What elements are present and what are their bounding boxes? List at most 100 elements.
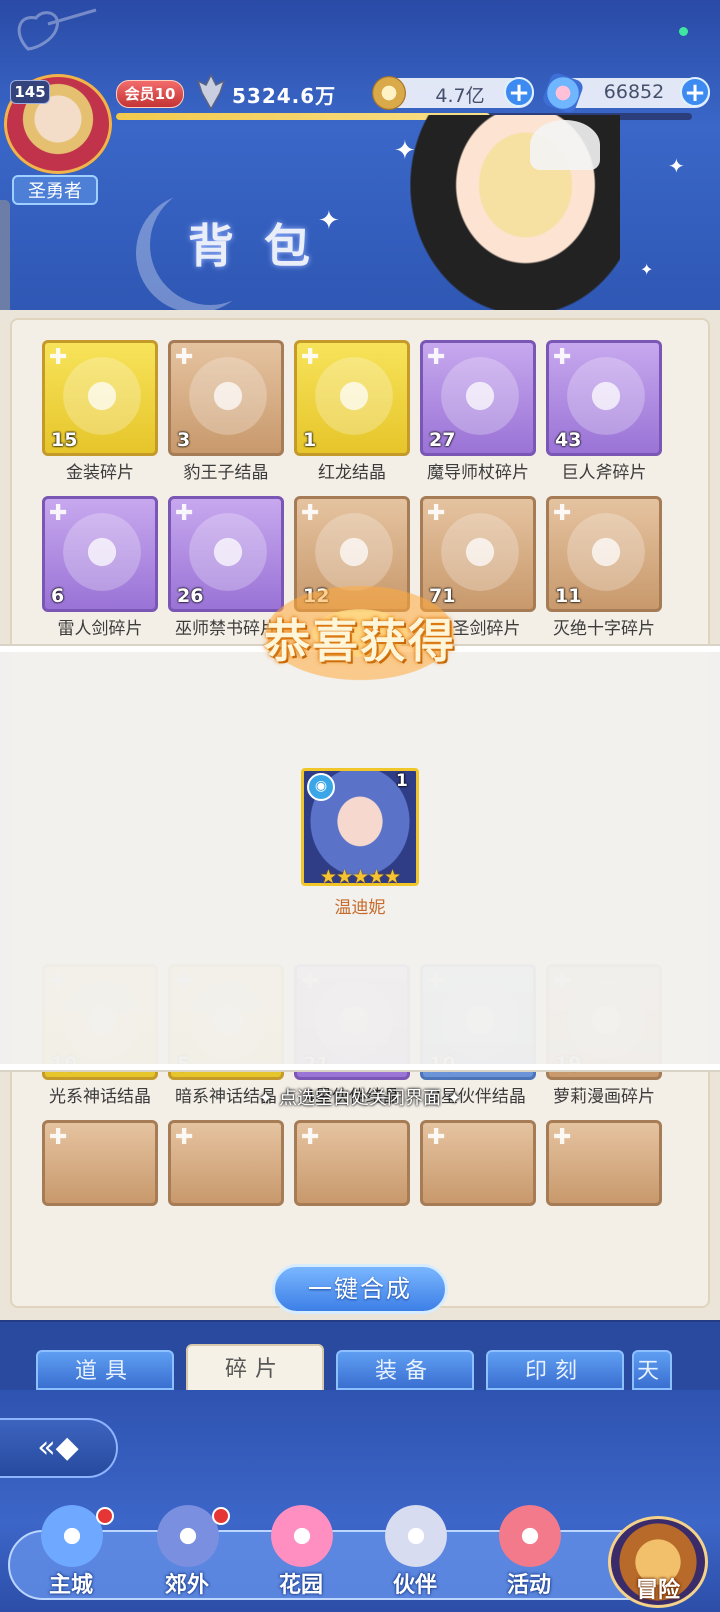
puzzle-piece-icon: ✚ [553, 345, 572, 370]
tab-2[interactable]: 装备 [336, 1350, 474, 1390]
item-art [63, 357, 141, 435]
inventory-slot[interactable]: ✚ 1 [294, 340, 410, 456]
item-art [189, 357, 267, 435]
nav-label: 主城 [48, 1573, 93, 1598]
inventory-slot[interactable]: ✚ [42, 1120, 158, 1206]
combat-power-icon [196, 73, 226, 111]
nav-button-3[interactable]: 伙伴 [370, 1505, 460, 1605]
gift-icon [499, 1505, 561, 1567]
item-label: 萝莉漫画碎片 [553, 1087, 655, 1107]
puzzle-piece-icon: ✚ [175, 501, 194, 526]
item-art [567, 357, 645, 435]
item-count: 1 [303, 429, 317, 451]
sparkle-icon: ✦ [668, 154, 685, 178]
castle-icon [41, 1505, 103, 1567]
combat-power-value: 5324.6万 [232, 84, 337, 108]
sparkle-icon: ✦ [318, 206, 340, 236]
puzzle-piece-icon: ✚ [175, 1125, 194, 1150]
close-hint-text: 点选空白处关闭界面 [279, 1088, 441, 1109]
inventory-slot[interactable]: ✚ [420, 1120, 536, 1206]
item-label: 金装碎片 [66, 463, 134, 483]
puzzle-piece-icon: ✚ [49, 1125, 68, 1150]
item-art [315, 357, 393, 435]
status-dot [679, 27, 688, 36]
heart-decoration-icon [17, 8, 97, 51]
reward-star-rating: ★★★★★ [319, 866, 401, 888]
puzzle-piece-icon: ✚ [175, 345, 194, 370]
item-label: 光系神话结晶 [49, 1087, 151, 1107]
item-label: 豹王子结晶 [183, 463, 269, 483]
notification-dot [96, 1507, 114, 1525]
item-art [441, 513, 519, 591]
item-label: 巨人斧碎片 [561, 463, 647, 483]
back-button[interactable]: «◆ [0, 1418, 118, 1478]
puzzle-piece-icon: ✚ [49, 501, 68, 526]
inventory-slot[interactable]: ✚ 26 [168, 496, 284, 612]
item-count: 11 [555, 585, 582, 607]
player-level: 145 [10, 80, 50, 104]
puzzle-piece-icon: ✚ [427, 1125, 446, 1150]
item-count: 15 [51, 429, 78, 451]
item-count: 6 [51, 585, 65, 607]
inventory-slot[interactable]: ✚ [294, 1120, 410, 1206]
water-element-icon: ◉ [307, 773, 335, 801]
puzzle-piece-icon: ✚ [301, 345, 320, 370]
puzzle-piece-icon: ✚ [553, 1125, 572, 1150]
nav-label: 花园 [278, 1573, 323, 1598]
nav-button-2[interactable]: 花园 [256, 1505, 346, 1605]
nav-button-1[interactable]: 郊外 [142, 1505, 232, 1605]
gold-coin-icon [372, 76, 406, 110]
inventory-slot[interactable]: ✚ 6 [42, 496, 158, 612]
adventure-label: 冒险 [635, 1578, 680, 1603]
inventory-slot[interactable]: ✚ [546, 1120, 662, 1206]
companion-icon [385, 1505, 447, 1567]
puzzle-piece-icon: ✚ [427, 501, 446, 526]
player-title-badge[interactable]: 圣勇者 [12, 175, 98, 205]
puzzle-piece-icon: ✚ [553, 501, 572, 526]
vip-badge[interactable]: 会员10 [116, 80, 184, 108]
item-label: 红龙结晶 [318, 463, 386, 483]
item-count: 43 [555, 429, 582, 451]
reward-quantity: 1 [396, 771, 408, 791]
tab-4[interactable]: 天 [632, 1350, 672, 1390]
item-count: 26 [177, 585, 204, 607]
maid-headband [530, 120, 600, 170]
item-label: 灭绝十字碎片 [553, 619, 655, 639]
portal-icon [157, 1505, 219, 1567]
reward-name: 温迪妮 [334, 898, 386, 918]
puzzle-piece-icon: ✚ [49, 345, 68, 370]
item-art [189, 513, 267, 591]
nav-button-4[interactable]: 活动 [484, 1505, 574, 1605]
tab-3[interactable]: 印刻 [486, 1350, 624, 1390]
nav-label: 伙伴 [392, 1573, 437, 1598]
puzzle-piece-icon: ✚ [301, 501, 320, 526]
item-count: 27 [429, 429, 456, 451]
add-gem-button[interactable]: + [680, 77, 710, 107]
item-art [63, 513, 141, 591]
one-click-merge-button[interactable]: 一键合成 [272, 1264, 448, 1314]
add-gold-button[interactable]: + [504, 77, 534, 107]
puzzle-piece-icon: ✚ [301, 1125, 320, 1150]
inventory-slot[interactable]: ✚ 15 [42, 340, 158, 456]
nav-label: 郊外 [164, 1573, 209, 1598]
gem-amount: 66852 [603, 81, 665, 103]
notification-dot [212, 1507, 230, 1525]
inventory-slot[interactable]: ✚ 11 [546, 496, 662, 612]
heart-icon [271, 1505, 333, 1567]
close-hint: ✦ 点选空白处关闭界面 ✦ [230, 1084, 490, 1110]
sparkle-icon: ✦ [258, 1088, 274, 1109]
tab-0[interactable]: 道具 [36, 1350, 174, 1390]
back-arrow-icon: «◆ [37, 1430, 79, 1465]
item-art [441, 357, 519, 435]
inventory-slot[interactable]: ✚ 43 [546, 340, 662, 456]
inventory-slot[interactable]: ✚ 27 [420, 340, 536, 456]
inventory-slot[interactable]: ✚ 3 [168, 340, 284, 456]
nav-label: 活动 [506, 1573, 551, 1598]
popup-title: 恭喜获得 [264, 614, 456, 668]
gold-amount: 4.7亿 [435, 85, 485, 107]
puzzle-piece-icon: ✚ [427, 345, 446, 370]
tab-1[interactable]: 碎片 [186, 1344, 324, 1392]
inventory-slot[interactable]: ✚ [168, 1120, 284, 1206]
nav-button-0[interactable]: 主城 [26, 1505, 116, 1605]
item-label: 雷人剑碎片 [57, 619, 143, 639]
